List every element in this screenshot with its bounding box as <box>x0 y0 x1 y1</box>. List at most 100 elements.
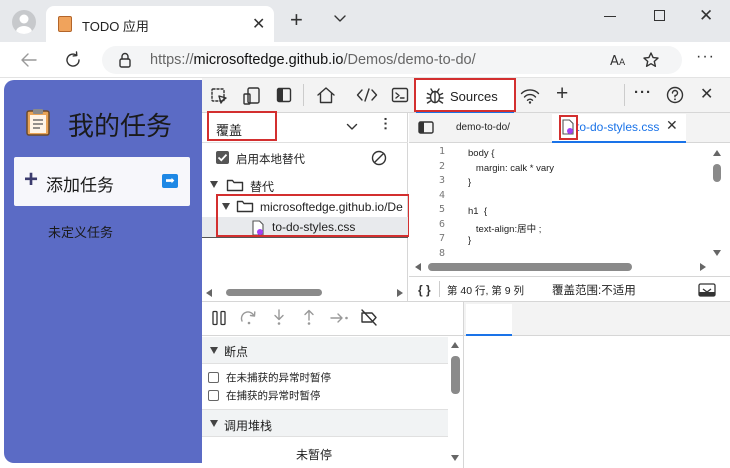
enable-overrides-checkbox[interactable] <box>216 151 229 164</box>
settings-more-icon[interactable]: ··· <box>696 48 715 66</box>
pause-uncaught-checkbox[interactable] <box>208 372 219 383</box>
debugger-vscroll-thumb[interactable] <box>451 356 460 394</box>
network-wifi-icon[interactable] <box>520 88 540 104</box>
editor-vscroll-up-icon[interactable] <box>713 150 721 156</box>
sources-tab[interactable]: Sources <box>416 79 514 113</box>
svg-text:A: A <box>619 58 626 67</box>
step-over-icon[interactable] <box>240 309 258 325</box>
url-path: /Demos/demo-to-do/ <box>343 52 476 68</box>
console-tab-icon[interactable] <box>391 87 409 103</box>
toolbar-divider <box>624 84 625 106</box>
expand-triangle-icon <box>210 181 218 188</box>
help-icon[interactable] <box>666 86 684 104</box>
tree-item-overrides-folder[interactable]: 替代 <box>202 176 408 196</box>
toggle-navigator-icon[interactable] <box>418 121 434 134</box>
add-task-button[interactable]: + 添加任务 ➡ <box>14 157 190 206</box>
browser-tab[interactable]: TODO 应用 ✕ <box>46 6 274 42</box>
scroll-left-arrow-icon[interactable] <box>206 289 212 297</box>
add-task-label: 添加任务 <box>46 176 114 195</box>
customize-devtools-icon[interactable]: ··· <box>634 84 652 101</box>
device-emulation-icon[interactable] <box>243 86 261 106</box>
editor-tab-close-icon[interactable]: ✕ <box>666 117 678 134</box>
step-out-icon[interactable] <box>302 309 316 326</box>
line-number: 4 <box>438 189 445 201</box>
line-number: 3 <box>438 175 445 186</box>
callstack-section-header[interactable]: 调用堆栈 <box>202 409 448 437</box>
navigator-hscroll-thumb[interactable] <box>226 289 322 296</box>
navigator-more-icon[interactable]: ··· <box>378 117 394 131</box>
tab-scope[interactable] <box>466 304 512 336</box>
screenshot-tray-icon[interactable] <box>698 283 716 297</box>
step-into-icon[interactable] <box>272 309 286 326</box>
editor-vscroll-down-icon[interactable] <box>713 250 721 256</box>
expand-triangle-icon <box>210 420 218 427</box>
tree-item-css-file[interactable]: to-do-styles.css <box>202 217 408 238</box>
tab-watch[interactable] <box>516 304 572 334</box>
read-aloud-icon[interactable]: AA <box>610 53 628 67</box>
editor-tab-css[interactable]: to-do-styles.css ✕ <box>552 114 686 143</box>
breakpoints-section-header[interactable]: 断点 <box>202 337 448 364</box>
editor-tab-demo[interactable]: demo-to-do/ <box>446 114 546 142</box>
debugger-vscroll-down-icon[interactable] <box>451 455 459 461</box>
dock-panel-icon[interactable] <box>276 87 292 103</box>
tab-close-icon[interactable]: ✕ <box>252 14 265 34</box>
pause-caught-checkbox[interactable] <box>208 390 219 401</box>
callstack-not-paused: 未暂停 <box>296 448 333 462</box>
line-number: 2 <box>438 160 445 172</box>
pause-icon[interactable] <box>211 310 227 326</box>
elements-tab-icon[interactable] <box>356 87 378 103</box>
profile-avatar[interactable] <box>12 10 36 34</box>
code-line: margin: calk * vary <box>468 162 555 174</box>
code-line: h1 { <box>468 206 488 217</box>
breakpoints-header-label: 断点 <box>224 345 249 359</box>
close-devtools-icon[interactable]: ✕ <box>700 84 713 104</box>
scroll-right-arrow-icon[interactable] <box>397 289 403 297</box>
app-title: 我的任务 <box>68 111 173 141</box>
line-number: 5 <box>438 204 445 215</box>
pause-uncaught-label: 在未捕获的异常时暂停 <box>226 372 331 384</box>
host-folder-label: microsoftedge.github.io/De <box>260 200 403 214</box>
scroll-right-arrow-icon[interactable] <box>700 263 706 271</box>
code-line: } <box>468 177 472 188</box>
undefined-tasks-label: 未定义任务 <box>48 225 114 240</box>
bug-icon <box>426 87 444 105</box>
refresh-icon[interactable] <box>64 51 82 69</box>
editor-hscroll-thumb[interactable] <box>428 263 632 271</box>
close-window-icon[interactable]: ✕ <box>699 6 713 26</box>
overrides-dropdown[interactable]: 覆盖 <box>210 118 365 140</box>
maximize-icon[interactable] <box>654 10 665 21</box>
scroll-left-arrow-icon[interactable] <box>415 263 421 271</box>
plus-icon: + <box>24 166 39 193</box>
minimize-icon[interactable] <box>604 16 616 17</box>
tab-list-chevron-icon[interactable] <box>333 14 347 24</box>
clear-overrides-icon[interactable] <box>371 150 387 166</box>
inspect-element-icon[interactable] <box>210 87 228 105</box>
line-gutter: 1 2 3 4 5 6 7 8 <box>409 146 445 262</box>
callstack-header-label: 调用堆栈 <box>224 419 273 433</box>
editor-vscroll-thumb[interactable] <box>713 164 721 182</box>
lock-icon[interactable] <box>118 52 132 68</box>
more-tabs-plus-icon[interactable]: + <box>556 82 568 106</box>
cursor-position: 第 40 行, 第 9 列 <box>447 285 525 297</box>
svg-text:A: A <box>610 54 619 67</box>
new-tab-icon[interactable]: + <box>290 9 303 31</box>
overrides-dropdown-label: 覆盖 <box>216 123 243 138</box>
pretty-print-button[interactable]: { } <box>418 283 431 297</box>
enter-arrow-icon: ➡ <box>162 174 178 188</box>
sources-tab-label: Sources <box>450 89 498 104</box>
deactivate-breakpoints-icon[interactable] <box>360 309 378 326</box>
coverage-status: 覆盖范围:不适用 <box>552 285 636 297</box>
url-text[interactable]: https://microsoftedge.github.io/Demos/de… <box>150 52 476 68</box>
tab-title: TODO 应用 <box>82 19 149 34</box>
step-icon[interactable] <box>330 311 350 325</box>
debugger-vscroll-up-icon[interactable] <box>451 342 459 348</box>
tree-item-host-folder[interactable]: microsoftedge.github.io/De <box>202 197 408 217</box>
url-host: microsoftedge.github.io <box>193 52 344 68</box>
welcome-home-icon[interactable] <box>316 86 336 104</box>
back-icon[interactable] <box>20 52 38 68</box>
favorite-star-icon[interactable] <box>642 51 660 69</box>
expand-triangle-icon <box>210 347 218 354</box>
overrides-folder-label: 替代 <box>250 180 275 194</box>
